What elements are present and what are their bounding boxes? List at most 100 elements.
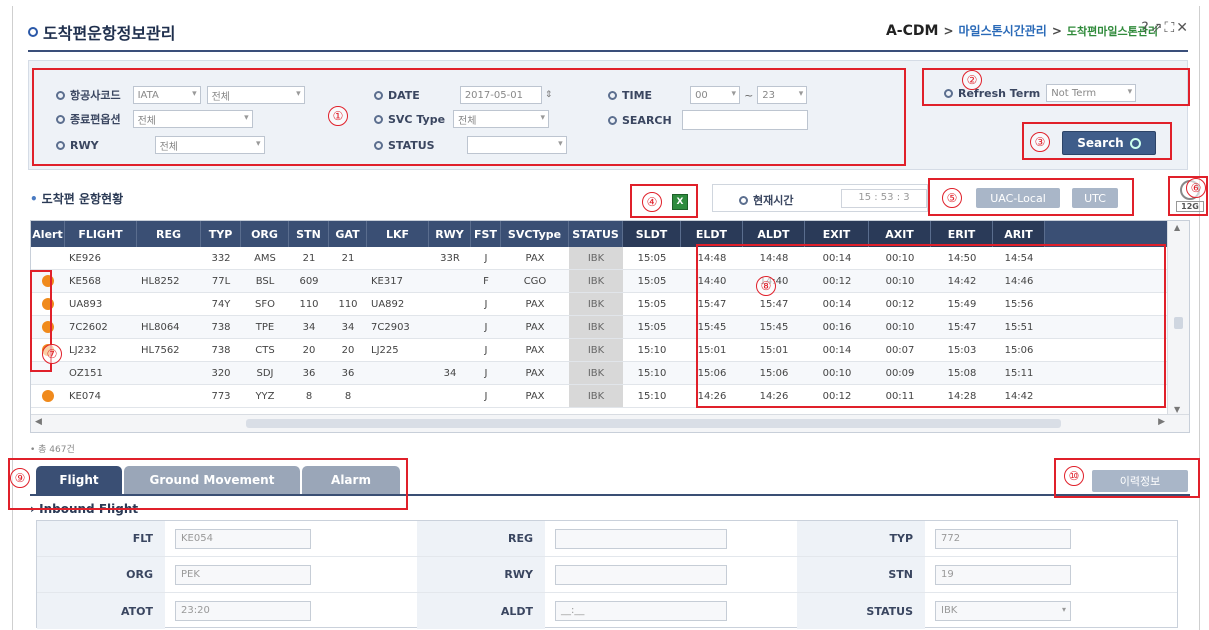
page-title: 도착편운항정보관리 [28, 20, 175, 44]
alert-indicator-icon[interactable] [42, 390, 54, 402]
column-header-reg[interactable]: REG [137, 221, 201, 247]
fullscreen-icon[interactable]: ⛶ [1164, 20, 1174, 36]
cell-typ: 738 [211, 321, 231, 333]
cell-stn: 36 [302, 367, 316, 379]
annotation-box-8 [696, 244, 1166, 408]
annotation-number-6: ⑥ [1186, 178, 1206, 198]
cell-flight: KE568 [69, 275, 101, 287]
current-time-value: 15 : 53 : 3 [841, 189, 927, 208]
help-icon[interactable]: ? [1141, 20, 1148, 36]
column-header-stn[interactable]: STN [289, 221, 329, 247]
column-header-status[interactable]: STATUS [569, 221, 623, 247]
cell-reg: HL7562 [141, 344, 180, 356]
column-header-gat[interactable]: GAT [329, 221, 367, 247]
cell-gat: 110 [338, 298, 358, 310]
cell-lkf [367, 247, 429, 269]
cell-fst: J [484, 321, 488, 333]
cell-stn: 110 [299, 298, 319, 310]
scroll-left-icon[interactable]: ◀ [35, 417, 42, 427]
column-header-lkf[interactable]: LKF [367, 221, 429, 247]
annotation-number-10: ⑩ [1064, 466, 1084, 486]
cell-status: IBK [569, 385, 623, 407]
horizontal-scrollbar[interactable]: ◀ ▶ [31, 414, 1189, 432]
close-icon[interactable]: ✕ [1176, 20, 1188, 36]
flt-field[interactable]: KE054 [175, 528, 311, 549]
cell-typ: 773 [211, 390, 231, 402]
alert-cell [31, 385, 65, 407]
cell-org: SFO [255, 298, 275, 310]
cell-gat: 21 [341, 252, 355, 264]
cell-reg [137, 362, 201, 384]
scroll-down-icon[interactable]: ▼ [1174, 405, 1180, 414]
cell-svc: PAX [525, 298, 545, 310]
cell-flight: KE074 [69, 390, 101, 402]
total-count: • 총 467건 [30, 445, 75, 455]
cell-org: AMS [254, 252, 276, 264]
org-field[interactable]: PEK [175, 564, 311, 585]
scroll-right-icon[interactable]: ▶ [1158, 417, 1165, 427]
annotation-number-2: ② [962, 70, 982, 90]
vertical-scrollbar[interactable]: ▲ ▼ [1167, 221, 1189, 416]
inbound-row: ORG PEK RWY STN 19 [37, 557, 1177, 593]
cell-fst: F [483, 275, 489, 287]
alert-cell [31, 247, 65, 269]
cell-fst: J [484, 390, 488, 402]
annotation-box-9 [8, 458, 408, 510]
column-header-alert[interactable]: Alert [31, 221, 65, 247]
breadcrumb-root[interactable]: A-CDM [886, 23, 938, 39]
cell-reg [137, 385, 201, 407]
reg-label: REG [417, 521, 545, 556]
column-header-typ[interactable]: TYP [201, 221, 241, 247]
breadcrumb-separator: > [1051, 23, 1062, 38]
annotation-number-8: ⑧ [756, 276, 776, 296]
annotation-number-4: ④ [642, 192, 662, 212]
breadcrumb-mid[interactable]: 마일스톤시간관리 [959, 22, 1047, 39]
annotation-number-1: ① [328, 106, 348, 126]
cell-svc: PAX [525, 344, 545, 356]
vertical-scroll-thumb[interactable] [1174, 317, 1183, 329]
column-header-org[interactable]: ORG [241, 221, 289, 247]
cell-flight: KE926 [69, 252, 101, 264]
horizontal-scroll-thumb[interactable] [246, 419, 1061, 428]
cell-sldt: 15:05 [637, 252, 667, 264]
current-time-label: 현재시간 [739, 192, 793, 208]
cell-rwy: 33R [440, 252, 460, 264]
cell-reg [137, 247, 201, 269]
page-title-text: 도착편운항정보관리 [43, 24, 176, 43]
cell-status: IBK [569, 270, 623, 292]
cell-sldt: 15:10 [637, 344, 667, 356]
column-header-fst[interactable]: FST [471, 221, 501, 247]
column-header-flight[interactable]: FLIGHT [65, 221, 137, 247]
column-header-svctype[interactable]: SVCType [501, 221, 569, 247]
cell-svc: PAX [525, 367, 545, 379]
aldt-field[interactable]: __:__ [555, 601, 727, 621]
cell-typ: 77L [211, 275, 231, 287]
cell-org: SDJ [256, 367, 274, 379]
popout-icon[interactable]: ⇗ [1151, 20, 1163, 36]
cell-flight: UA893 [69, 298, 103, 310]
column-header-rwy[interactable]: RWY [429, 221, 471, 247]
annotation-number-9: ⑨ [10, 468, 30, 488]
reg-field[interactable] [555, 528, 727, 549]
cell-org: CTS [255, 344, 275, 356]
cell-svc: PAX [525, 252, 545, 264]
cell-reg: HL8064 [141, 321, 180, 333]
column-header-sldt[interactable]: SLDT [623, 221, 681, 247]
stn-field[interactable]: 19 [935, 564, 1071, 585]
cell-lkf [367, 385, 429, 407]
scroll-up-icon[interactable]: ▲ [1174, 223, 1180, 232]
current-time-box: 현재시간 15 : 53 : 3 [712, 184, 928, 212]
atot-field[interactable]: 23:20 [175, 601, 311, 621]
inbound-row: FLT KE054 REG TYP 772 [37, 521, 1177, 557]
cell-rwy [429, 385, 471, 407]
aldt-label: ALDT [417, 593, 545, 629]
annotation-box-4 [630, 184, 698, 218]
cell-stn: 8 [305, 390, 313, 402]
inbound-status-select[interactable]: IBK ▾ [935, 601, 1071, 621]
breadcrumb: A-CDM > 마일스톤시간관리 > 도착편마일스톤관리 [886, 22, 1158, 39]
typ-field[interactable]: 772 [935, 528, 1071, 549]
annotation-box-2 [922, 68, 1190, 106]
rwy-field[interactable] [555, 564, 727, 585]
cell-typ: 320 [211, 367, 231, 379]
cell-fst: J [484, 344, 488, 356]
